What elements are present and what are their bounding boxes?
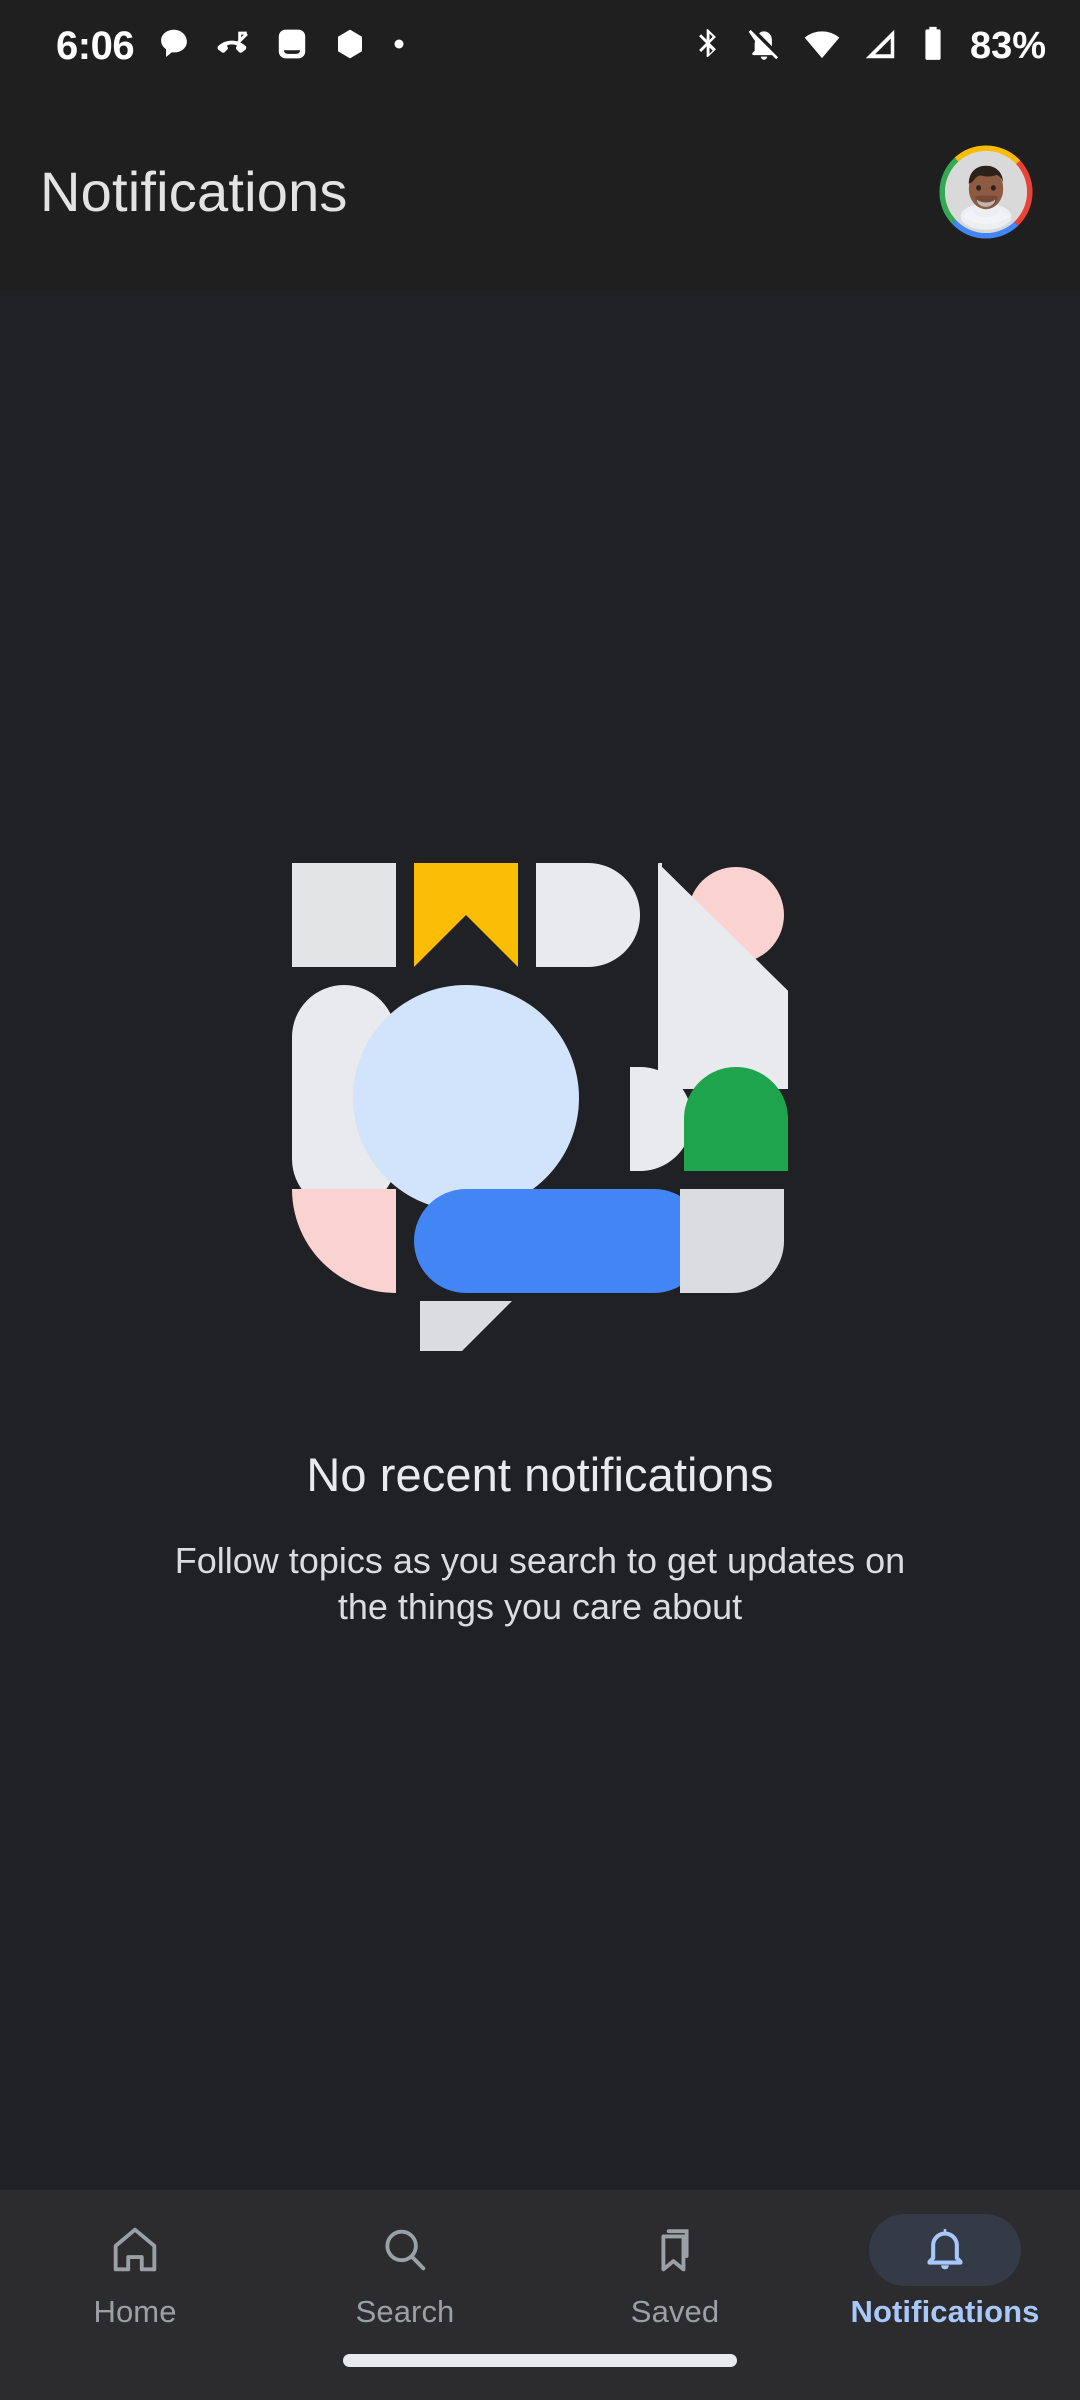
ringer-vibrate-off-icon	[745, 25, 783, 68]
wifi-icon	[802, 24, 842, 69]
app-header: Notifications	[0, 92, 1080, 291]
hexagon-icon	[332, 26, 368, 67]
nav-pill-home	[59, 2214, 211, 2286]
empty-state: No recent notifications Follow topics as…	[0, 291, 1080, 1629]
nav-pill-saved	[599, 2214, 751, 2286]
app-notification-icon	[274, 26, 310, 67]
bottom-navigation-bar: Home Search Saved Notifications	[0, 2190, 1080, 2400]
avatar-photo	[945, 150, 1027, 233]
nav-item-home[interactable]: Home	[20, 2214, 250, 2330]
bookmark-icon	[661, 2229, 689, 2272]
dot-icon	[390, 35, 408, 58]
nav-label-saved: Saved	[630, 2294, 720, 2329]
missed-call-icon	[214, 25, 252, 68]
cellular-signal-icon	[861, 25, 899, 68]
home-icon	[113, 2227, 157, 2272]
search-icon	[385, 2229, 426, 2271]
nav-item-saved[interactable]: Saved	[560, 2214, 790, 2330]
chat-bubble-icon	[156, 26, 192, 67]
gesture-navigation-bar[interactable]	[343, 2354, 737, 2367]
bell-icon	[927, 2228, 963, 2270]
status-clock: 6:06	[56, 23, 135, 68]
geometric-speech-bubble-illustration	[292, 863, 888, 1393]
status-bar-right: 83%	[690, 24, 1046, 69]
account-avatar-button[interactable]	[938, 144, 1034, 240]
nav-label-home: Home	[93, 2294, 177, 2329]
nav-label-notifications: Notifications	[850, 2294, 1040, 2329]
page-title: Notifications	[40, 160, 348, 223]
nav-pill-search	[329, 2214, 481, 2286]
battery-icon	[918, 25, 948, 68]
battery-percent-label: 83%	[969, 24, 1046, 67]
nav-item-search[interactable]: Search	[290, 2214, 520, 2330]
bluetooth-icon	[690, 26, 726, 67]
status-bar-left: 6:06	[56, 24, 408, 69]
empty-state-title: No recent notifications	[306, 1448, 774, 1501]
nav-item-notifications[interactable]: Notifications	[830, 2214, 1060, 2330]
empty-state-subtitle: Follow topics as you search to get updat…	[174, 1540, 906, 1627]
nav-label-search: Search	[355, 2294, 455, 2329]
nav-pill-notifications	[869, 2214, 1021, 2286]
status-bar: 6:06 83%	[0, 0, 1080, 92]
content-area: No recent notifications Follow topics as…	[0, 291, 1080, 2190]
